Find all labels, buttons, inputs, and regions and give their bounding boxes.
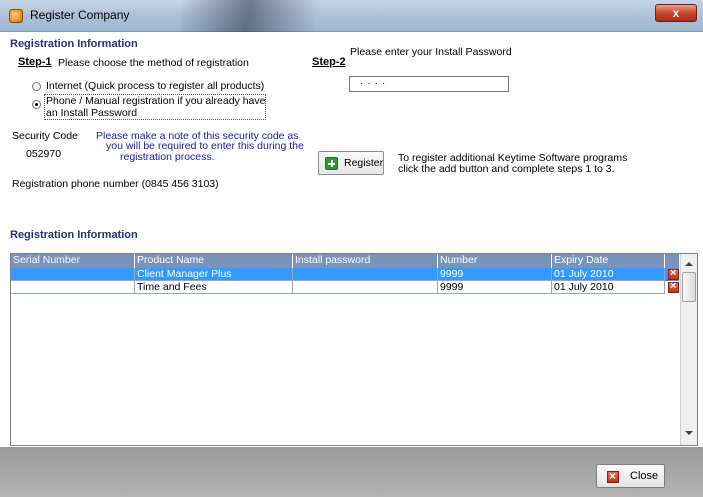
cell-expiry[interactable]: 01 July 2010: [552, 281, 665, 294]
step2-label: Step-2: [312, 56, 346, 68]
phone-radio[interactable]: [32, 100, 41, 109]
grid-vertical-scrollbar[interactable]: [680, 254, 697, 445]
security-note-line3: registration process.: [120, 151, 215, 163]
register-button[interactable]: Register: [318, 151, 384, 175]
internet-radio[interactable]: [32, 82, 41, 91]
window-close-button[interactable]: x: [655, 4, 697, 22]
registration-panel: Registration Information Step-1 Please c…: [10, 34, 694, 222]
step2-instructions: Please enter your Install Password: [350, 46, 512, 58]
cell-product[interactable]: Time and Fees: [135, 281, 293, 294]
scroll-thumb[interactable]: [682, 272, 696, 302]
footer-bar: Close: [0, 447, 703, 497]
cell-serial[interactable]: [11, 281, 135, 294]
column-header-password[interactable]: Install password: [293, 254, 438, 268]
phone-option-focus[interactable]: Phone / Manual registration if you alrea…: [44, 94, 266, 120]
plus-icon: [325, 157, 338, 170]
close-button-label: Close: [630, 470, 659, 482]
delete-icon[interactable]: [668, 280, 679, 293]
close-icon: [607, 469, 619, 483]
column-header-product[interactable]: Product Name: [135, 254, 293, 268]
security-code-label: Security Code: [12, 130, 78, 142]
step1-label: Step-1: [18, 56, 52, 68]
cell-serial[interactable]: [11, 268, 135, 281]
close-button[interactable]: Close: [596, 464, 665, 488]
register-company-window: Register Company x Registration Informat…: [0, 0, 703, 497]
additional-programs-line2: click the add button and complete steps …: [398, 163, 615, 175]
scroll-up-icon[interactable]: [685, 262, 693, 266]
install-password-input[interactable]: ····: [349, 76, 509, 92]
cell-expiry[interactable]: 01 July 2010: [552, 268, 665, 281]
step1-instructions: Please choose the method of registration: [58, 57, 249, 69]
cell-product[interactable]: Client Manager Plus: [135, 268, 293, 281]
table-row[interactable]: Time and Fees 9999 01 July 2010: [11, 280, 679, 294]
app-icon: [9, 9, 23, 23]
register-button-label: Register: [344, 157, 384, 169]
scroll-down-icon[interactable]: [685, 431, 693, 435]
registration-grid[interactable]: Serial Number Product Name Install passw…: [10, 253, 698, 446]
internet-option-label[interactable]: Internet (Quick process to register all …: [46, 80, 264, 92]
title-bar[interactable]: Register Company x: [0, 0, 703, 32]
delete-icon[interactable]: [668, 267, 679, 280]
cell-password[interactable]: [293, 268, 438, 281]
phone-option-label-line2: an Install Password: [46, 107, 138, 119]
phone-option-label-line1: Phone / Manual registration if you alrea…: [46, 95, 266, 107]
cell-number[interactable]: 9999: [438, 268, 552, 281]
table-row[interactable]: Client Manager Plus 9999 01 July 2010: [11, 267, 679, 281]
security-code-value: 052970: [26, 148, 62, 160]
cell-number[interactable]: 9999: [438, 281, 552, 294]
window-title: Register Company: [30, 8, 130, 22]
title-bar-glare: [180, 0, 350, 32]
registration-phone-number: Registration phone number (0845 456 3103…: [12, 178, 219, 190]
column-header-number[interactable]: Number: [438, 254, 552, 268]
cell-password[interactable]: [293, 281, 438, 294]
column-header-expiry[interactable]: Expiry Date: [552, 254, 665, 268]
registration-section-title: Registration Information: [10, 38, 138, 50]
column-header-serial[interactable]: Serial Number: [11, 254, 135, 268]
grid-header: Serial Number Product Name Install passw…: [11, 254, 679, 268]
grid-section-title: Registration Information: [10, 229, 138, 241]
